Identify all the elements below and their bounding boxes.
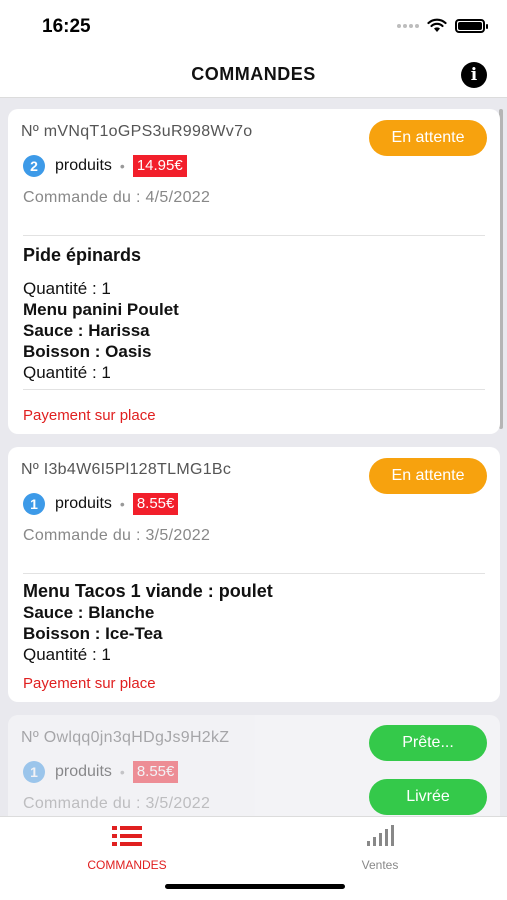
product-count-badge: 2 [23, 155, 45, 177]
order-item-line: Pide épinards [23, 245, 142, 265]
order-card[interactable]: Nº I3b4W6I5Pl128TLMG1Bc En attente 1 pro… [8, 447, 500, 702]
order-card[interactable]: Nº mVNqT1oGPS3uR998Wv7o En attente 2 pro… [8, 109, 500, 434]
order-item-line: Quantité : 1 [23, 279, 111, 298]
order-item-line: Menu Tacos 1 viande : poulet [23, 581, 273, 601]
divider [23, 389, 485, 390]
navigation-bar: COMMANDES i [0, 50, 507, 98]
cellular-signal-icon [397, 23, 419, 28]
price-badge: 14.95€ [132, 155, 187, 177]
order-item-line: Boisson : Ice-Tea [23, 624, 163, 643]
separator-dot: • [119, 158, 125, 174]
products-label: produits [55, 157, 112, 174]
order-item-line: Boisson : Oasis [23, 342, 152, 361]
order-items: Menu Tacos 1 viande : poulet Sauce : Bla… [23, 581, 485, 665]
payment-method: Payement sur place [23, 675, 156, 692]
delivered-button[interactable]: Livrée [369, 779, 487, 815]
order-status-button[interactable]: En attente [369, 458, 487, 494]
order-date: Commande du : 3/5/2022 [23, 795, 211, 812]
product-count-badge: 1 [23, 761, 45, 783]
order-status-button[interactable]: En attente [369, 120, 487, 156]
products-label: produits [55, 763, 112, 780]
wifi-icon [427, 18, 447, 32]
order-date: Commande du : 4/5/2022 [23, 189, 211, 206]
order-items: Pide épinards Quantité : 1 Menu panini P… [23, 245, 485, 383]
status-bar: 16:25 [0, 0, 507, 50]
products-label: produits [55, 495, 112, 512]
tab-ventes[interactable]: Ventes [310, 825, 450, 872]
tab-label: Ventes [361, 858, 399, 872]
divider [23, 573, 485, 574]
order-date: Commande du : 3/5/2022 [23, 527, 211, 544]
order-item-line: Quantité : 1 [23, 363, 111, 382]
ready-button[interactable]: Prête... [369, 725, 487, 761]
order-item-line: Quantité : 1 [23, 645, 111, 664]
list-icon [112, 826, 142, 846]
order-item-line: Sauce : Harissa [23, 321, 150, 340]
status-icons [397, 18, 488, 33]
products-summary: 1 produits • 8.55€ [23, 761, 179, 783]
status-time: 16:25 [42, 16, 91, 37]
battery-icon [455, 18, 488, 33]
tab-label: COMMANDES [87, 858, 167, 872]
order-number: Nº I3b4W6I5Pl128TLMG1Bc [21, 461, 232, 478]
info-icon[interactable]: i [461, 62, 487, 88]
separator-dot: • [119, 764, 125, 780]
tab-commandes[interactable]: COMMANDES [57, 825, 197, 872]
price-badge: 8.55€ [132, 761, 179, 783]
separator-dot: • [119, 496, 125, 512]
signal-bars-icon [367, 825, 394, 846]
home-indicator[interactable] [165, 884, 345, 889]
payment-method: Payement sur place [23, 407, 156, 424]
product-count-badge: 1 [23, 493, 45, 515]
orders-list[interactable]: Nº mVNqT1oGPS3uR998Wv7o En attente 2 pro… [0, 99, 507, 816]
products-summary: 1 produits • 8.55€ [23, 493, 179, 515]
price-badge: 8.55€ [132, 493, 179, 515]
order-number: Nº Owlqq0jn3qHDgJs9H2kZ [21, 729, 230, 746]
divider [23, 235, 485, 236]
order-item-line: Menu panini Poulet [23, 300, 179, 319]
order-item-line: Sauce : Blanche [23, 603, 155, 622]
page-title: COMMANDES [191, 64, 316, 84]
products-summary: 2 produits • 14.95€ [23, 155, 187, 177]
order-number: Nº mVNqT1oGPS3uR998Wv7o [21, 123, 253, 140]
